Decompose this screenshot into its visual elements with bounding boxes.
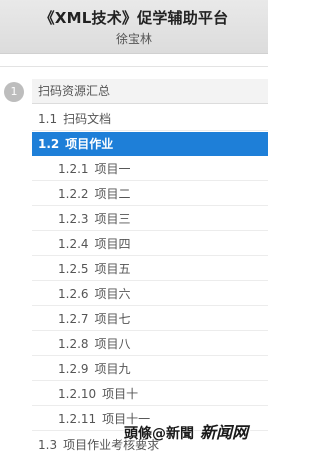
- toc-item-project-work[interactable]: 1.2 项目作业: [32, 132, 268, 156]
- page-title: 《XML技术》促学辅助平台: [39, 9, 229, 27]
- toc-item-label: 项目四: [94, 237, 131, 251]
- app-header: 《XML技术》促学辅助平台 徐宝林: [0, 0, 268, 54]
- toc-item-label: 项目十: [102, 387, 139, 401]
- toc-item-number: 1.2.7: [58, 312, 89, 326]
- toc-item-number: 1.2.9: [58, 362, 89, 376]
- toc-item-number: 1.1: [38, 112, 58, 126]
- toc-item-project-9[interactable]: 1.2.9 项目九: [32, 357, 268, 381]
- toc-item-label: 项目一: [94, 162, 131, 176]
- toc-item-label: 项目九: [94, 362, 131, 376]
- toc-item-number: 1.2.1: [58, 162, 89, 176]
- toc-item-number: 1.2.2: [58, 187, 89, 201]
- toc-item-label: 项目二: [94, 187, 131, 201]
- toc-item-project-1[interactable]: 1.2.1 项目一: [32, 157, 268, 181]
- divider: [0, 66, 268, 67]
- toc-item-number: 1.2.6: [58, 287, 89, 301]
- toc-item-number: 1.2.11: [58, 412, 97, 426]
- watermark-text: 頭條@新聞: [124, 426, 194, 442]
- toc-item-number: 1.2.3: [58, 212, 89, 226]
- toc-item-project-10[interactable]: 1.2.10 项目十: [32, 382, 268, 406]
- toc-item-project-4[interactable]: 1.2.4 项目四: [32, 232, 268, 256]
- toc-item-project-3[interactable]: 1.2.3 项目三: [32, 207, 268, 231]
- toc-item-number: 1.2: [38, 137, 60, 151]
- toc-item-number: 1.3: [38, 438, 58, 452]
- toc-item-number: 1.2.5: [58, 262, 89, 276]
- toc-item-label: 项目八: [94, 337, 131, 351]
- toc-item-number: 1.2.4: [58, 237, 89, 251]
- toc-item-project-8[interactable]: 1.2.8 项目八: [32, 332, 268, 356]
- watermark-logo: 新闻网: [200, 423, 249, 442]
- toc-item-project-5[interactable]: 1.2.5 项目五: [32, 257, 268, 281]
- toc-item-project-2[interactable]: 1.2.2 项目二: [32, 182, 268, 206]
- author-name: 徐宝林: [115, 32, 152, 46]
- toc-item-label: 项目七: [94, 312, 131, 326]
- watermark: 頭條@新聞 新闻网: [124, 423, 248, 443]
- toc-item-label: 扫码文档: [63, 112, 112, 126]
- section-number-badge: 1: [4, 82, 24, 102]
- toc-item-label: 项目作业: [65, 137, 114, 151]
- toc-item-scan-docs[interactable]: 1.1 扫码文档: [32, 107, 268, 131]
- toc-item-label: 项目三: [94, 212, 131, 226]
- toc-item-label: 项目六: [94, 287, 131, 301]
- toc-item-project-6[interactable]: 1.2.6 项目六: [32, 282, 268, 306]
- toc-item-project-7[interactable]: 1.2.7 项目七: [32, 307, 268, 331]
- toc-item-label: 项目五: [94, 262, 131, 276]
- toc-section-heading[interactable]: 扫码资源汇总: [32, 79, 268, 104]
- toc-item-number: 1.2.10: [58, 387, 97, 401]
- toc-item-number: 1.2.8: [58, 337, 89, 351]
